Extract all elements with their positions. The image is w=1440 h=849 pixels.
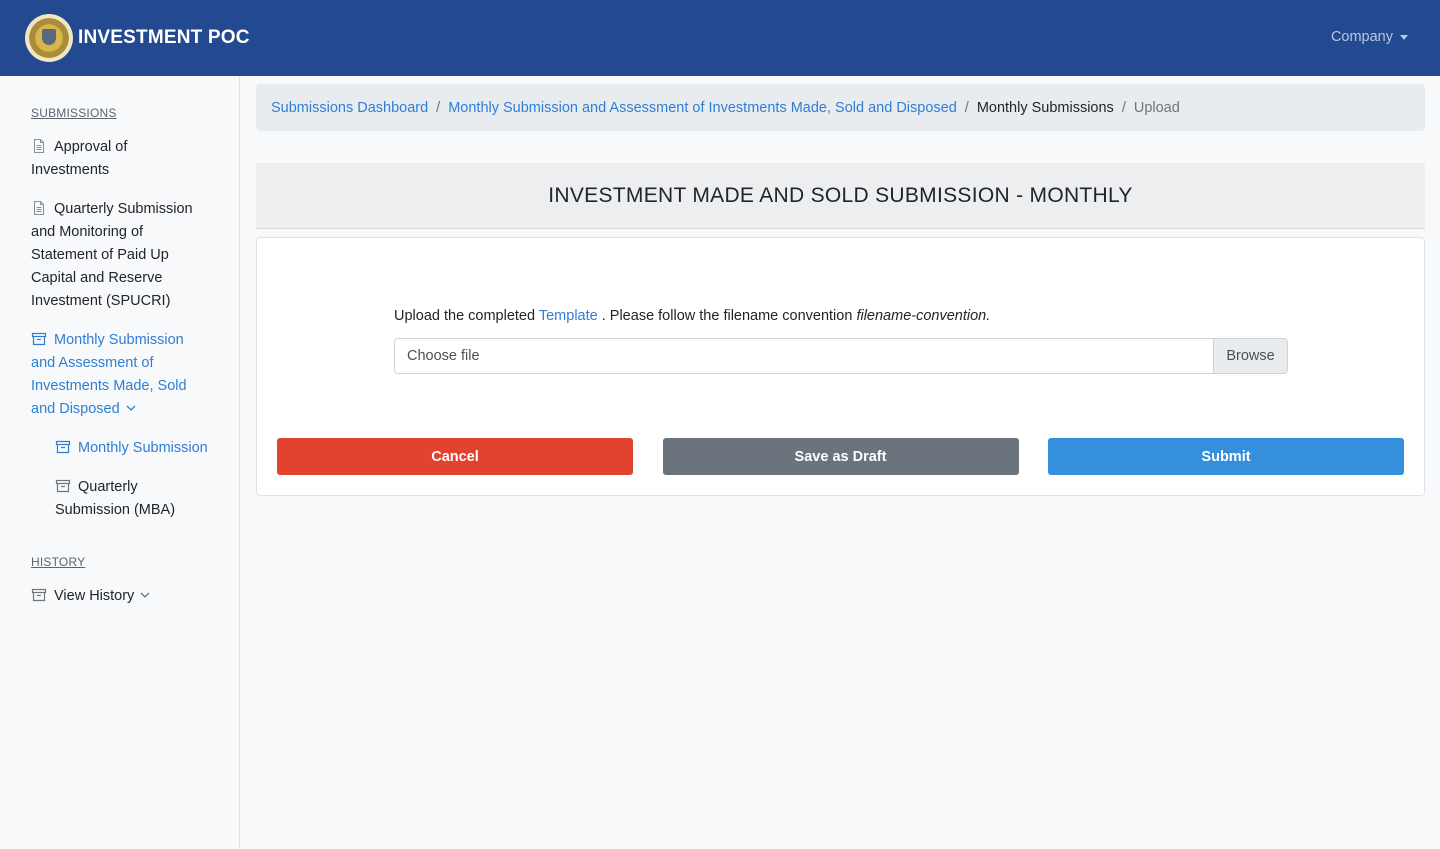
sidebar-subitem-monthly-submission[interactable]: Monthly Submission bbox=[55, 437, 215, 460]
page-title: INVESTMENT MADE AND SOLD SUBMISSION - MO… bbox=[256, 163, 1425, 229]
file-upload-input[interactable]: Choose file Browse bbox=[394, 338, 1288, 374]
insurance-commission-logo-icon bbox=[25, 14, 73, 62]
sidebar-item-view-history[interactable]: View History bbox=[31, 585, 206, 608]
breadcrumb: Submissions Dashboard / Monthly Submissi… bbox=[256, 84, 1425, 131]
chevron-down-icon[interactable] bbox=[126, 405, 136, 412]
upload-instructions-prefix: Upload the completed bbox=[394, 308, 536, 324]
main-content: Submissions Dashboard / Monthly Submissi… bbox=[256, 84, 1425, 496]
archive-icon bbox=[55, 440, 71, 454]
breadcrumb-link-submissions-dashboard[interactable]: Submissions Dashboard bbox=[271, 100, 428, 116]
submissions-heading: SUBMISSIONS bbox=[31, 106, 117, 120]
cancel-button[interactable]: Cancel bbox=[277, 438, 633, 475]
filename-convention-text: filename-convention. bbox=[856, 308, 991, 324]
company-dropdown-label: Company bbox=[1330, 29, 1393, 45]
template-link[interactable]: Template bbox=[539, 308, 598, 324]
submit-button[interactable]: Submit bbox=[1048, 438, 1404, 475]
brand[interactable]: INVESTMENT POC bbox=[25, 14, 250, 62]
sidebar-subitem-quarterly-submission-mba[interactable]: Quarterly Submission (MBA) bbox=[55, 476, 215, 522]
sidebar-item-label: View History bbox=[54, 588, 135, 604]
sidebar-item-label: Quarterly Submission (MBA) bbox=[55, 479, 176, 518]
archive-icon bbox=[31, 588, 47, 602]
sidebar-item-monthly-submission-assessment[interactable]: Monthly Submission and Assessment of Inv… bbox=[31, 329, 206, 421]
sidebar-item-approval-of-investments[interactable]: Approval of Investments bbox=[31, 136, 206, 182]
breadcrumb-separator: / bbox=[964, 99, 969, 116]
document-icon bbox=[34, 139, 44, 153]
sidebar: SUBMISSIONS Approval of Investments Quar… bbox=[0, 76, 240, 849]
brand-name[interactable]: INVESTMENT POC bbox=[78, 27, 250, 49]
chevron-down-icon[interactable] bbox=[140, 592, 150, 599]
archive-icon bbox=[31, 332, 47, 346]
history-heading: HISTORY bbox=[31, 555, 86, 569]
breadcrumb-link-monthly-submission-assessment[interactable]: Monthly Submission and Assessment of Inv… bbox=[448, 100, 957, 116]
breadcrumb-separator: / bbox=[436, 99, 441, 116]
save-as-draft-button[interactable]: Save as Draft bbox=[662, 438, 1019, 475]
upload-card: Upload the completed Template . Please f… bbox=[256, 237, 1425, 496]
breadcrumb-current-upload: Upload bbox=[1133, 99, 1180, 116]
form-actions: Cancel Save as Draft Submit bbox=[277, 438, 1404, 475]
sidebar-item-label: Monthly Submission and Assessment of Inv… bbox=[31, 332, 187, 417]
upload-instructions-middle: . Please follow the filename convention bbox=[601, 308, 853, 324]
caret-down-icon bbox=[1400, 34, 1408, 40]
breadcrumb-separator: / bbox=[1121, 99, 1126, 116]
top-navbar: INVESTMENT POC Company bbox=[0, 0, 1440, 76]
company-dropdown[interactable]: Company bbox=[1331, 29, 1408, 45]
sidebar-item-label: Quarterly Submission and Monitoring of S… bbox=[31, 201, 193, 309]
sidebar-item-label: Monthly Submission bbox=[78, 440, 208, 456]
document-icon bbox=[34, 201, 44, 215]
upload-instructions: Upload the completed Template . Please f… bbox=[394, 308, 990, 324]
file-input-label[interactable]: Choose file bbox=[395, 339, 1213, 373]
breadcrumb-item-monthly-submissions[interactable]: Monthly Submissions bbox=[977, 100, 1114, 116]
sidebar-item-quarterly-spucri[interactable]: Quarterly Submission and Monitoring of S… bbox=[31, 198, 206, 313]
archive-icon bbox=[55, 479, 71, 493]
browse-button[interactable]: Browse bbox=[1213, 339, 1287, 373]
